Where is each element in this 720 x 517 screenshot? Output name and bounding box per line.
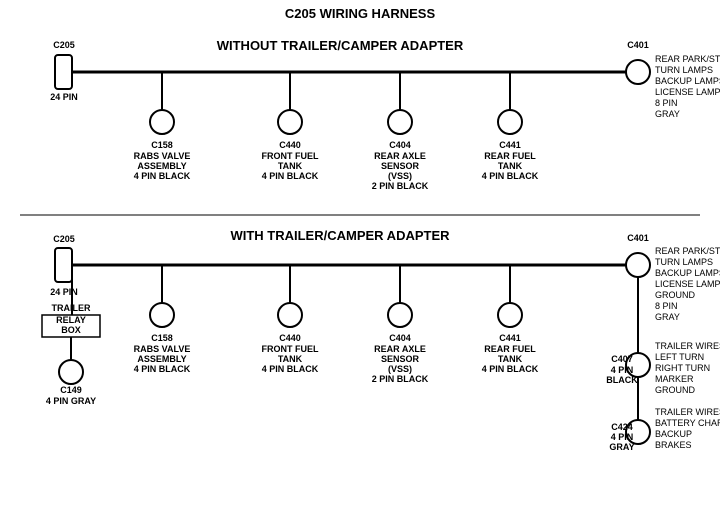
s1-c404-l4: 2 PIN BLACK (372, 181, 429, 191)
s2-c404-l3: (VSS) (388, 364, 412, 374)
s1-right-pin: 8 PIN (655, 98, 678, 108)
s1-c441-l3: 4 PIN BLACK (482, 171, 539, 181)
s1-c441-l2: TANK (498, 161, 523, 171)
s1-right-desc4: LICENSE LAMPS (655, 87, 720, 97)
s1-c441-id: C441 (499, 140, 521, 150)
s1-c441-l1: REAR FUEL (484, 151, 536, 161)
s2-right-desc4: LICENSE LAMPS (655, 279, 720, 289)
s2-c440-l1: FRONT FUEL (262, 344, 319, 354)
s2-c158-l3: 4 PIN BLACK (134, 364, 191, 374)
s1-c404-l2: SENSOR (381, 161, 420, 171)
s2-c424-desc4: BRAKES (655, 440, 692, 450)
s1-right-desc3: BACKUP LAMPS (655, 76, 720, 86)
s2-c407-desc4: MARKER (655, 374, 694, 384)
s1-c440-l2: TANK (278, 161, 303, 171)
s2-c404-l4: 2 PIN BLACK (372, 374, 429, 384)
s2-right-pin: 8 PIN (655, 301, 678, 311)
page-title: C205 WIRING HARNESS (285, 6, 436, 21)
s2-c158-id: C158 (151, 333, 173, 343)
s2-right-desc3: BACKUP LAMPS (655, 268, 720, 278)
s2-c441-l1: REAR FUEL (484, 344, 536, 354)
s1-left-pin: 24 PIN (50, 92, 78, 102)
s2-c441-id: C441 (499, 333, 521, 343)
section2-title: WITH TRAILER/CAMPER ADAPTER (230, 228, 450, 243)
s2-c407-desc3: RIGHT TURN (655, 363, 710, 373)
s2-c158-l2: ASSEMBLY (137, 354, 186, 364)
s2-c149-id: C149 (60, 385, 82, 395)
s2-c404-id: C404 (389, 333, 411, 343)
s1-c158-l2: ASSEMBLY (137, 161, 186, 171)
s2-c424-desc1: TRAILER WIRES (655, 407, 720, 417)
s1-c158-l1: RABS VALVE (134, 151, 191, 161)
s2-c158-l1: RABS VALVE (134, 344, 191, 354)
s2-trailer-relay-label3: BOX (61, 325, 81, 335)
s2-c407-desc1: TRAILER WIRES (655, 341, 720, 351)
s2-c407-color: BLACK (606, 375, 638, 385)
s2-c407-id: C407 (611, 354, 633, 364)
s2-right-color: GRAY (655, 312, 680, 322)
diagram-container: C205 WIRING HARNESS WITHOUT TRAILER/CAMP… (0, 0, 720, 517)
s2-c424-id: C424 (611, 422, 633, 432)
s2-c424-color: GRAY (609, 442, 634, 452)
s2-c440-l2: TANK (278, 354, 303, 364)
s1-c158-id: C158 (151, 140, 173, 150)
s1-c404-l3: (VSS) (388, 171, 412, 181)
s1-c404-l1: REAR AXLE (374, 151, 426, 161)
s1-c440-l3: 4 PIN BLACK (262, 171, 319, 181)
s2-right-desc5: GROUND (655, 290, 695, 300)
s1-c440-id: C440 (279, 140, 301, 150)
s1-right-id: C401 (627, 40, 649, 50)
s2-c404-l1: REAR AXLE (374, 344, 426, 354)
s2-left-id: C205 (53, 234, 75, 244)
s2-c440-l3: 4 PIN BLACK (262, 364, 319, 374)
section1-title: WITHOUT TRAILER/CAMPER ADAPTER (217, 38, 464, 53)
s2-c424-desc3: BACKUP (655, 429, 692, 439)
s2-c149-pin: 4 PIN GRAY (46, 396, 96, 406)
s2-c407-pin: 4 PIN (611, 365, 634, 375)
s2-c424-desc2: BATTERY CHARGE (655, 418, 720, 428)
s1-left-id: C205 (53, 40, 75, 50)
s2-c424-pin: 4 PIN (611, 432, 634, 442)
s2-right-desc2: TURN LAMPS (655, 257, 713, 267)
s1-c440-l1: FRONT FUEL (262, 151, 319, 161)
s2-c441-l2: TANK (498, 354, 523, 364)
s2-left-pin: 24 PIN (50, 287, 78, 297)
s1-right-desc2: TURN LAMPS (655, 65, 713, 75)
s1-c404-id: C404 (389, 140, 411, 150)
s2-c441-l3: 4 PIN BLACK (482, 364, 539, 374)
s2-right-id: C401 (627, 233, 649, 243)
s1-right-color: GRAY (655, 109, 680, 119)
s2-c407-desc5: GROUND (655, 385, 695, 395)
s2-c404-l2: SENSOR (381, 354, 420, 364)
s2-c440-id: C440 (279, 333, 301, 343)
s2-trailer-relay-label2: RELAY (56, 315, 86, 325)
s1-c158-l3: 4 PIN BLACK (134, 171, 191, 181)
s2-trailer-relay-label1: TRAILER (52, 303, 91, 313)
s2-right-desc1: REAR PARK/STOP (655, 246, 720, 256)
s1-right-desc1: REAR PARK/STOP (655, 54, 720, 64)
s2-c407-desc2: LEFT TURN (655, 352, 704, 362)
